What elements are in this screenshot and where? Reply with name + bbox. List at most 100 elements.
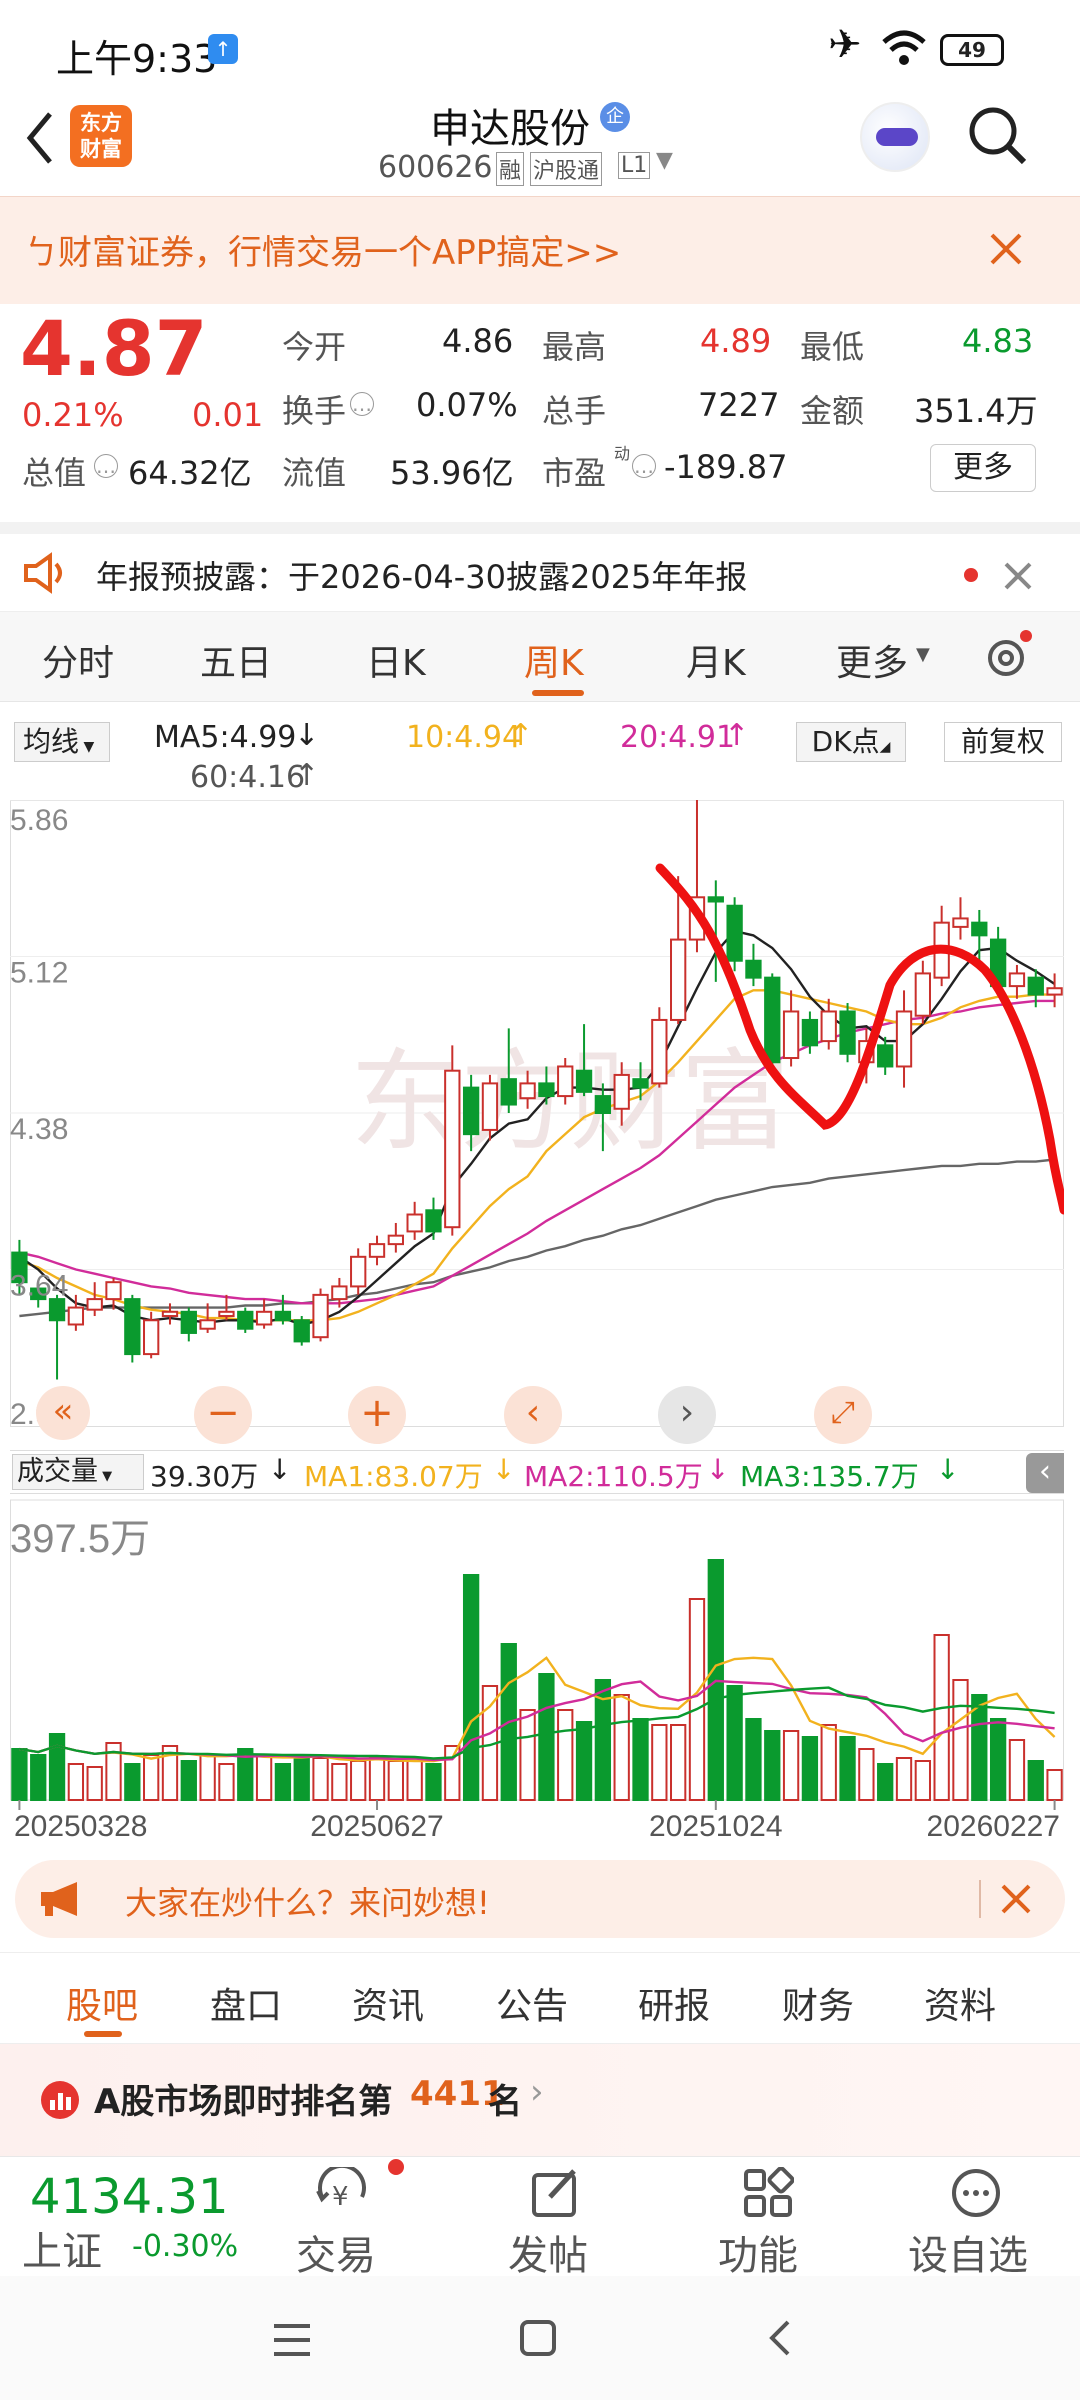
tab-more[interactable]: 更多	[836, 634, 908, 686]
y-tick-label: 4.38	[10, 1113, 68, 1146]
mktcap-value: 64.32亿	[128, 454, 252, 492]
nav-functions[interactable]: 功能	[704, 2157, 834, 2279]
status-bar: 上午9:33 ↑ ✈ 49	[0, 0, 1080, 100]
dk-point-button[interactable]: DK点◢	[796, 722, 906, 762]
app-logo[interactable]: 东方 财富	[70, 105, 132, 167]
notice-close-icon[interactable]	[1002, 560, 1034, 592]
tab-monthly[interactable]: 月K	[686, 634, 746, 686]
candle	[444, 1045, 461, 1236]
volume-bar	[350, 1760, 367, 1801]
next-icon[interactable]: ›	[658, 1386, 716, 1444]
candle-body	[557, 1065, 574, 1098]
candle-body	[124, 1298, 141, 1356]
volume-bar	[199, 1754, 216, 1801]
candle-body	[745, 959, 762, 979]
back-icon[interactable]	[20, 108, 60, 168]
back-nav-icon[interactable]	[760, 2316, 800, 2360]
volume-bar	[462, 1574, 480, 1801]
index-value: 4134.31	[30, 2169, 229, 2225]
watermark-logo: 东方财富	[350, 1041, 790, 1164]
candle	[86, 1282, 103, 1317]
vol-ma2-label: MA2:110.5万	[524, 1460, 703, 1493]
candle-body	[255, 1310, 273, 1326]
collapse-panel-icon[interactable]: ‹	[1026, 1453, 1064, 1493]
zoom-out-icon[interactable]: −	[194, 1386, 252, 1444]
volume-bar	[952, 1679, 969, 1801]
zoom-in-icon[interactable]: +	[348, 1386, 406, 1444]
candle-body	[575, 1069, 593, 1093]
turnover-info-icon[interactable]: …	[350, 392, 374, 416]
indicator-select[interactable]: 均线 ▼	[14, 722, 110, 762]
active-tab-indicator	[532, 690, 584, 696]
menu-icon[interactable]	[270, 2320, 314, 2360]
info-icon[interactable]: …	[94, 454, 118, 478]
mktcap-label: 总值	[22, 454, 87, 492]
x-tick-label: 20251024	[649, 1810, 782, 1840]
nav-watchlist[interactable]: 设自选	[896, 2157, 1066, 2279]
volume-select[interactable]: 成交量 ▼	[12, 1454, 144, 1490]
notice-bar[interactable]: 年报预披露：于2026-04-30披露2025年年报	[0, 522, 1080, 612]
hgt-tag: 沪股通	[530, 152, 603, 186]
edit-post-icon	[532, 2169, 576, 2217]
candle	[839, 1003, 856, 1063]
tab-news[interactable]: 资讯	[352, 1977, 424, 2029]
volume-max-label: 397.5万	[10, 1517, 150, 1561]
nav-post[interactable]: 发帖	[494, 2157, 624, 2279]
volume-bar	[406, 1760, 423, 1801]
settings-gear-icon[interactable]	[980, 630, 1032, 682]
index-name: 上证	[22, 2229, 102, 2275]
tab-financials[interactable]: 财务	[782, 1977, 854, 2029]
tab-orderbook[interactable]: 盘口	[210, 1977, 282, 2029]
nav-trade[interactable]: ¥ 交易	[282, 2157, 412, 2279]
promo-banner[interactable]: ㄅ财富证券，行情交易一个APP搞定>>	[0, 196, 1080, 304]
fullscreen-icon[interactable]: ⤢	[814, 1386, 872, 1444]
volume-bar	[688, 1598, 706, 1801]
y-tick-label: 5.12	[10, 957, 68, 990]
first-page-icon[interactable]: «	[36, 1386, 90, 1440]
candle-body	[444, 1069, 461, 1229]
close-icon[interactable]	[988, 231, 1024, 267]
dropdown-icon[interactable]: ▼	[656, 148, 673, 173]
nav-post-label: 发帖	[508, 2233, 588, 2279]
market-rank-banner[interactable]: A股市场即时排名第 4411 名 ›	[0, 2044, 1080, 2156]
tab-profile[interactable]: 资料	[924, 1977, 996, 2029]
candle-body	[105, 1281, 122, 1301]
ma5-arrow-down-icon: ↓	[294, 718, 320, 753]
volume-bars	[11, 1559, 1063, 1801]
candle-body	[952, 917, 969, 928]
vol-ma1-arrow-down-icon: ↓	[492, 1453, 516, 1486]
candle-body	[143, 1319, 160, 1356]
volume-bar	[651, 1724, 668, 1801]
home-icon[interactable]	[516, 2316, 560, 2360]
candle-body	[726, 904, 743, 962]
tab-research[interactable]: 研报	[638, 1977, 710, 2029]
candle	[820, 998, 837, 1050]
volume-bar	[745, 1718, 762, 1801]
volume-bar	[557, 1709, 574, 1801]
stock-code: 600626	[378, 150, 493, 185]
tab-announcements[interactable]: 公告	[496, 1977, 568, 2029]
kline-chart[interactable]: 东方财富 5.865.124.383.642.90 397.5万 2025032…	[10, 799, 1069, 1843]
candle-body	[707, 896, 724, 903]
tab-daily[interactable]: 日K	[366, 634, 426, 686]
pe-info-icon[interactable]: …	[632, 454, 656, 478]
ask-ai-bar[interactable]: 大家在炒什么？来问妙想!	[15, 1860, 1065, 1938]
search-icon[interactable]	[966, 104, 1030, 168]
nav-watchlist-label: 设自选	[908, 2233, 1028, 2279]
assistant-avatar-icon[interactable]	[860, 102, 930, 172]
candle-body	[1046, 987, 1063, 996]
candle	[48, 1294, 66, 1380]
tab-forum[interactable]: 股吧	[66, 1977, 138, 2029]
tab-intraday[interactable]: 分时	[42, 634, 114, 686]
candle	[237, 1307, 254, 1333]
index-ticker[interactable]: 4134.31 上证 -0.30%	[0, 2157, 250, 2277]
tab-five-day[interactable]: 五日	[200, 634, 272, 686]
candle	[124, 1294, 141, 1363]
adjust-button[interactable]: 前复权	[944, 722, 1062, 762]
kline-chart-area[interactable]: 东方财富 5.865.124.383.642.90 397.5万 2025032…	[10, 799, 1069, 1843]
tab-weekly[interactable]: 周K	[524, 634, 584, 686]
open-label: 今开	[282, 328, 347, 366]
ask-close-icon[interactable]	[999, 1882, 1033, 1916]
prev-icon[interactable]: ‹	[504, 1386, 562, 1444]
more-button[interactable]: 更多	[930, 444, 1036, 492]
